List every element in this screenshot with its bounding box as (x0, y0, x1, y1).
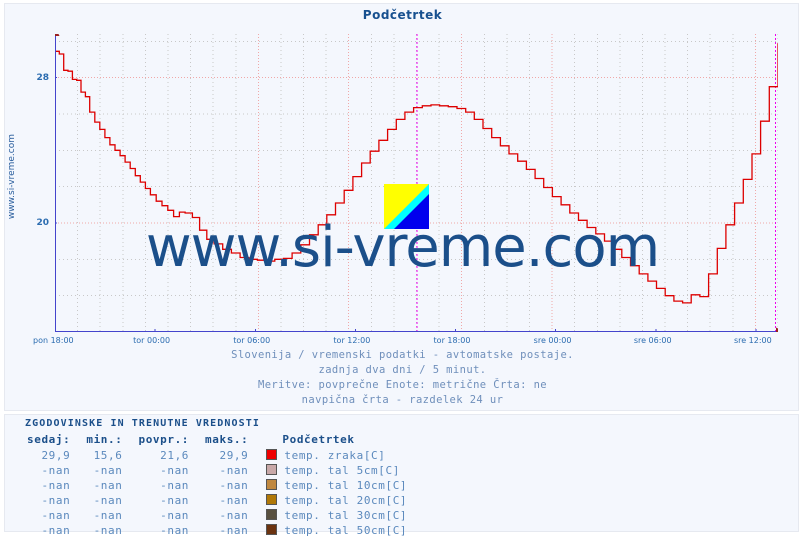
plot-svg (55, 34, 778, 332)
legend-swatch (266, 494, 278, 505)
legend-swatch (266, 479, 278, 490)
cell-maks: -nan (219, 509, 249, 522)
table-row: 29,9 15,6 21,6 29,9 temp. zraka[C] (19, 448, 415, 463)
cell-povpr: -nan (160, 464, 190, 477)
cell-sedaj: -nan (41, 479, 71, 492)
cell-maks: -nan (219, 464, 249, 477)
table-row: -nan -nan -nan -nan temp. tal 10cm[C] (19, 478, 415, 493)
caption-line-3: Meritve: povprečne Enote: metrične Črta:… (257, 379, 548, 391)
cell-sedaj: -nan (41, 494, 71, 507)
x-tick-label: sre 00:00 (533, 336, 572, 345)
table-row: -nan -nan -nan -nan temp. tal 30cm[C] (19, 508, 415, 523)
cell-series-name: temp. tal 5cm[C] (256, 463, 415, 478)
cell-sedaj: -nan (41, 464, 71, 477)
cell-maks: 29,9 (219, 449, 249, 462)
table-row: -nan -nan -nan -nan temp. tal 20cm[C] (19, 493, 415, 508)
chart-caption: Slovenija / vremenski podatki - avtomats… (5, 348, 800, 408)
cell-povpr: -nan (160, 509, 190, 522)
x-tick-label: sre 12:00 (733, 336, 772, 345)
cell-povpr: 21,6 (160, 449, 190, 462)
values-panel: ZGODOVINSKE IN TRENUTNE VREDNOSTI sedaj:… (4, 414, 799, 537)
x-tick-label: tor 06:00 (233, 336, 271, 345)
cell-series-name: temp. tal 30cm[C] (256, 508, 415, 523)
plot-area (55, 34, 778, 332)
cell-min: -nan (93, 494, 123, 507)
col-header-maks: maks.: (205, 433, 249, 446)
cell-povpr: -nan (160, 494, 190, 507)
page-title: Podčetrtek (362, 8, 443, 22)
cell-povpr: -nan (160, 479, 190, 492)
caption-line-4: navpična črta - razdelek 24 ur (301, 394, 504, 406)
col-header-sedaj: sedaj: (27, 433, 71, 446)
cell-min: -nan (93, 509, 123, 522)
caption-line-1: Slovenija / vremenski podatki - avtomats… (231, 349, 574, 361)
table-row: -nan -nan -nan -nan temp. tal 5cm[C] (19, 463, 415, 478)
cell-series-name: temp. tal 10cm[C] (256, 478, 415, 493)
x-tick-label: pon 18:00 (33, 336, 74, 345)
chart-panel: Podčetrtek www.si-vreme.com 20 28 pon 18:… (4, 3, 799, 411)
side-watermark: www.si-vreme.com (7, 134, 17, 220)
cell-series-name: temp. tal 20cm[C] (256, 493, 415, 508)
col-header-povpr: povpr.: (138, 433, 190, 446)
x-tick-label: tor 12:00 (333, 336, 371, 345)
cell-min: -nan (93, 479, 123, 492)
weather-chart-page: Podčetrtek www.si-vreme.com 20 28 pon 18:… (0, 0, 803, 537)
legend-swatch (266, 449, 278, 460)
values-heading: ZGODOVINSKE IN TRENUTNE VREDNOSTI (25, 418, 260, 429)
col-header-min: min.: (86, 433, 123, 446)
cell-min: 15,6 (93, 449, 123, 462)
values-table: sedaj: min.: povpr.: maks.: Podčetrtek 2… (19, 433, 415, 538)
cell-maks: -nan (219, 494, 249, 507)
y-tick-label: 20 (36, 217, 49, 228)
legend-swatch (266, 524, 278, 535)
y-tick-label: 28 (36, 72, 49, 83)
cell-maks: -nan (219, 479, 249, 492)
col-header-station: Podčetrtek (282, 433, 355, 446)
cell-series-name: temp. zraka[C] (256, 448, 415, 463)
cell-sedaj: -nan (41, 509, 71, 522)
caption-line-2: zadnja dva dni / 5 minut. (318, 364, 487, 376)
cell-min: -nan (93, 464, 123, 477)
legend-swatch (266, 464, 278, 475)
legend-swatch (266, 509, 278, 520)
x-tick-label: tor 18:00 (433, 336, 471, 345)
cell-sedaj: 29,9 (41, 449, 71, 462)
x-tick-label: tor 00:00 (133, 336, 171, 345)
table-header-row: sedaj: min.: povpr.: maks.: Podčetrtek (19, 433, 415, 448)
x-tick-label: sre 06:00 (633, 336, 672, 345)
